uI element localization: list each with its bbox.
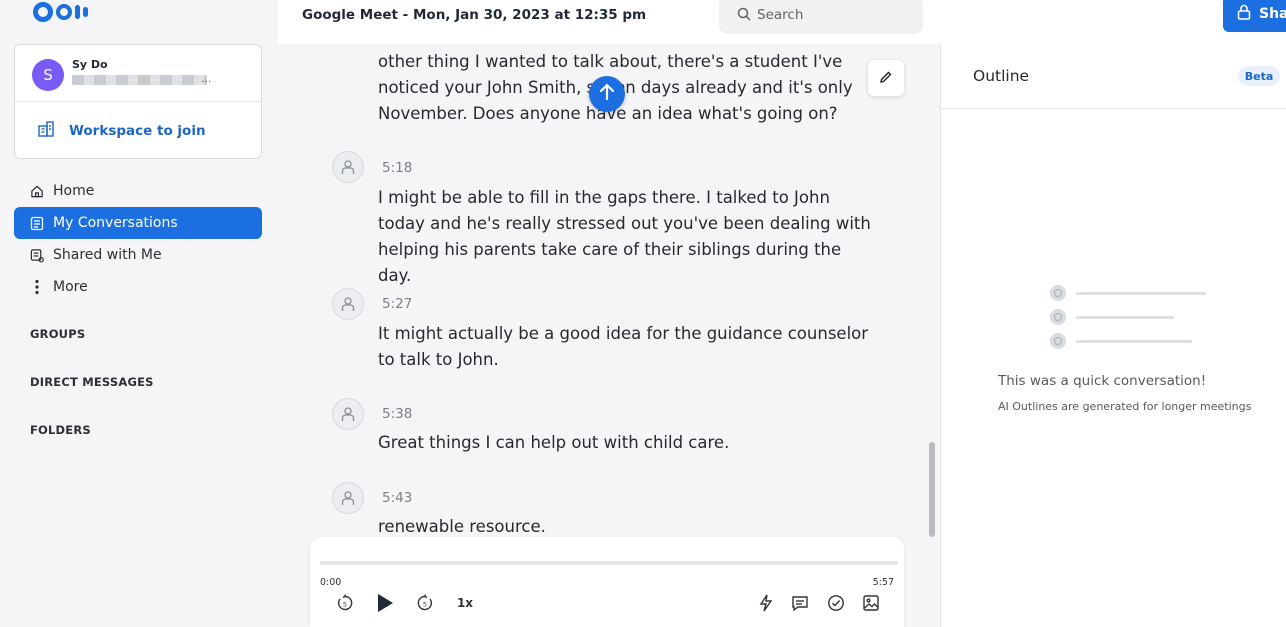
otter-logo[interactable] (33, 2, 88, 22)
search-icon (737, 6, 751, 25)
logo-bar (83, 7, 88, 17)
scrollbar-thumb[interactable] (929, 442, 935, 537)
play-button[interactable] (373, 592, 397, 614)
svg-text:5: 5 (343, 601, 347, 609)
logo-ring (56, 4, 72, 20)
outline-placeholder-row (1050, 281, 1206, 305)
workspace-label: Workspace to join (69, 122, 206, 139)
user-profile[interactable]: S Sy Do ... (15, 45, 261, 102)
outline-title: Outline (973, 67, 1030, 85)
section-groups[interactable]: GROUPS (30, 327, 85, 341)
avatar[interactable]: S (32, 59, 64, 91)
sidebar-item-my-conversations[interactable]: My Conversations (14, 207, 262, 239)
scroll-to-top-button[interactable] (589, 76, 625, 112)
header: Google Meet - Mon, Jan 30, 2023 at 12:35… (278, 0, 1286, 44)
lock-icon (1237, 4, 1251, 24)
more-icon (30, 279, 44, 295)
duration: 5:57 (872, 577, 894, 588)
transcript-text[interactable]: It might actually be a good idea for the… (378, 321, 873, 373)
section-direct-messages[interactable]: DIRECT MESSAGES (30, 375, 154, 389)
person-icon (341, 160, 355, 174)
sidebar-nav: Home My Conversations Shared with Me Mor… (14, 175, 262, 303)
sidebar-item-label: Shared with Me (53, 247, 162, 263)
outline-header: Outline Beta (941, 44, 1286, 109)
outline-empty-illustration (1050, 281, 1206, 353)
current-time: 0:00 (320, 577, 342, 588)
transcript-text[interactable]: I might be able to fill in the gaps ther… (378, 185, 873, 289)
playback-speed-button[interactable]: 1x (453, 592, 477, 614)
audio-player: 0:00 5:57 5 5 1x (310, 537, 904, 627)
lightning-icon (759, 594, 773, 612)
speaker-avatar[interactable] (332, 482, 364, 514)
outline-empty-title: This was a quick conversation! (998, 373, 1207, 389)
person-icon (341, 407, 355, 421)
rewind-5-button[interactable]: 5 (334, 592, 356, 614)
rewind-icon: 5 (337, 594, 353, 611)
transcript-text[interactable]: other thing I wanted to talk about, ther… (378, 49, 873, 127)
outline-placeholder-row (1050, 329, 1206, 353)
conversations-icon (30, 216, 44, 230)
insert-image-button[interactable] (860, 592, 882, 614)
transcript-text[interactable]: Great things I can help out with child c… (378, 430, 873, 456)
search-input[interactable] (757, 7, 907, 23)
playback-progress-bar[interactable] (320, 561, 898, 565)
arrow-up-icon (599, 83, 615, 105)
home-icon (30, 184, 44, 198)
sidebar-item-label: Home (53, 183, 95, 199)
forward-icon: 5 (417, 594, 433, 611)
page-title: Google Meet - Mon, Jan 30, 2023 at 12:35… (302, 7, 647, 23)
outline-placeholder-row (1050, 305, 1206, 329)
outline-empty-subtitle: AI Outlines are generated for longer mee… (998, 400, 1252, 413)
check-circle-icon (828, 595, 844, 611)
user-name: Sy Do (72, 58, 108, 71)
transcript-panel: other thing I wanted to talk about, ther… (278, 44, 940, 627)
person-icon (341, 491, 355, 505)
sidebar-item-home[interactable]: Home (14, 175, 262, 207)
play-icon (378, 594, 393, 612)
outline-panel: Outline Beta This was a quick conversati… (940, 44, 1286, 627)
timestamp[interactable]: 5:43 (382, 490, 412, 506)
image-icon (863, 595, 879, 611)
person-icon (341, 297, 355, 311)
action-items-button[interactable] (825, 592, 847, 614)
speaker-avatar[interactable] (332, 288, 364, 320)
timestamp[interactable]: 5:18 (382, 160, 412, 176)
highlights-button[interactable] (755, 592, 777, 614)
share-label: Share (1259, 6, 1286, 22)
logo-bar (75, 5, 80, 19)
workspace-to-join-button[interactable]: Workspace to join (15, 102, 261, 159)
svg-text:5: 5 (423, 601, 427, 609)
user-card: S Sy Do ... Workspace to join (14, 44, 262, 159)
logo-ring (33, 2, 53, 22)
pencil-icon (879, 69, 893, 88)
sidebar-item-label: More (53, 279, 88, 295)
comments-button[interactable] (789, 592, 811, 614)
shared-icon (30, 248, 44, 262)
sidebar-item-label: My Conversations (53, 215, 178, 231)
timestamp[interactable]: 5:38 (382, 406, 412, 422)
beta-badge: Beta (1238, 66, 1280, 86)
sidebar-item-shared-with-me[interactable]: Shared with Me (14, 239, 262, 271)
search-box[interactable] (719, 0, 923, 34)
user-email-suffix: ... (201, 72, 212, 85)
share-button[interactable]: Share (1223, 0, 1286, 32)
sidebar-item-more[interactable]: More (14, 271, 262, 303)
section-folders[interactable]: FOLDERS (30, 423, 91, 437)
timestamp[interactable]: 5:27 (382, 296, 412, 312)
speaker-avatar[interactable] (332, 398, 364, 430)
speaker-avatar[interactable] (332, 151, 364, 183)
forward-5-button[interactable]: 5 (414, 592, 436, 614)
edit-transcript-button[interactable] (868, 60, 904, 96)
building-icon (37, 120, 55, 142)
user-email-redacted (72, 75, 207, 85)
comment-icon (792, 595, 808, 611)
sidebar: S Sy Do ... Workspace to join Home My Co… (0, 0, 278, 627)
